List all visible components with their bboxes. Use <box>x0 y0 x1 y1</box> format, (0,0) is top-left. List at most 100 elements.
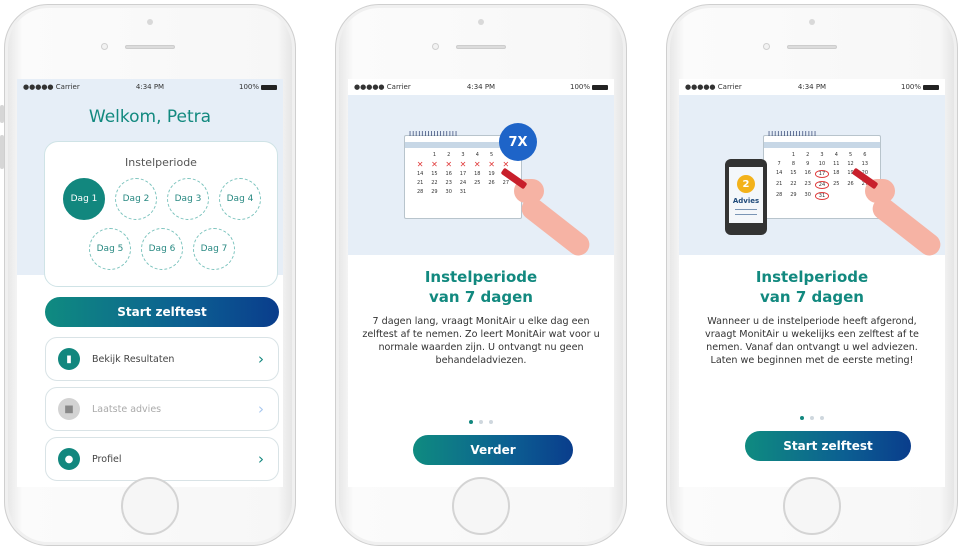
menu-label: Bekijk Resultaten <box>92 353 175 365</box>
menu-item-profiel[interactable]: ● Profiel › <box>45 437 279 481</box>
calendar-date: 31 <box>814 192 830 200</box>
day-5[interactable]: Dag 5 <box>89 228 131 270</box>
menu-label: Laatste advies <box>92 403 162 415</box>
calendar-date <box>413 152 427 158</box>
home-button[interactable] <box>121 477 179 535</box>
calendar-date: 4 <box>834 152 838 158</box>
day-6[interactable]: Dag 6 <box>141 228 183 270</box>
calendar-date: 24 <box>459 180 467 186</box>
phone-frame-2: ●●●●● Carrier 4:34 PM 100% IIIIIIIIIIIII… <box>335 4 627 546</box>
calendar-date: 5 <box>848 152 853 158</box>
day-4[interactable]: Dag 4 <box>219 178 261 220</box>
onboarding-title: Instelperiode van 7 dagen <box>679 267 945 307</box>
title-line-1: Instelperiode <box>424 268 538 286</box>
home-button[interactable] <box>452 477 510 535</box>
welcome-title: Welkom, Petra <box>88 107 212 127</box>
status-bar: ●●●●● Carrier 4:34 PM 100% <box>348 79 614 95</box>
title-line-2: van 7 dagen <box>429 288 533 306</box>
chevron-right-icon: › <box>258 400 264 418</box>
advies-badge: 2 <box>737 175 755 193</box>
onboarding-title: Instelperiode van 7 dagen <box>348 267 614 307</box>
calendar-illustration: IIIIIIIIIIIIIIII 123456✕✕✕✕✕✕✕1415161718… <box>348 95 614 260</box>
screen-onboarding-1: ●●●●● Carrier 4:34 PM 100% IIIIIIIIIIIII… <box>348 79 614 487</box>
speaker-grille <box>456 45 506 49</box>
calendar-date: 3 <box>461 152 465 158</box>
title-line-1: Instelperiode <box>755 268 869 286</box>
menu-label: Profiel <box>92 453 122 465</box>
day-2[interactable]: Dag 2 <box>115 178 157 220</box>
chevron-right-icon: › <box>258 350 264 368</box>
calendar-date: 16 <box>445 171 452 177</box>
screen-onboarding-2: ●●●●● Carrier 4:34 PM 100% IIIIIIIIIIIII… <box>679 79 945 487</box>
carrier-label: ●●●●● Carrier <box>23 83 80 91</box>
onboarding-body: Wanneer u de instelperiode heeft afgeron… <box>705 316 919 366</box>
day-1[interactable]: Dag 1 <box>63 178 105 220</box>
clock: 4:34 PM <box>466 83 496 91</box>
start-zelftest-button[interactable]: Start zelftest <box>45 297 279 327</box>
carrier-label: ●●●●● Carrier <box>685 83 742 91</box>
calendar-date: 23 <box>804 181 811 187</box>
calendar-date: 29 <box>431 189 438 195</box>
menu-item-resultaten[interactable]: ▮ Bekijk Resultaten › <box>45 337 279 381</box>
calendar-date: 23 <box>445 180 452 186</box>
calendar-date: 15 <box>431 171 438 177</box>
calendar-date: 25 <box>833 181 840 187</box>
calendar-date: ✕ <box>445 160 453 169</box>
calendar-date: ✕ <box>416 160 424 169</box>
calendar-date: 7 <box>777 161 781 167</box>
verder-button[interactable]: Verder <box>413 435 573 465</box>
calendar-date: 28 <box>775 192 783 198</box>
instelperiode-card: Instelperiode Dag 1 Dag 2 Dag 3 Dag 4 Da… <box>44 141 278 287</box>
title-line-2: van 7 dagen <box>760 288 864 306</box>
calendar-date <box>499 189 513 195</box>
calendar-date: 8 <box>791 161 796 167</box>
calendar-date: 17 <box>459 171 467 177</box>
battery-label: 100% <box>901 83 922 91</box>
calendar-date: 15 <box>790 170 797 176</box>
calendar-date: ✕ <box>488 160 495 169</box>
onboarding-body: 7 dagen lang, vraagt MonitAir u elke dag… <box>362 316 600 366</box>
calendar-date: 28 <box>416 189 424 195</box>
calendar-date: ✕ <box>502 160 510 169</box>
calendar-date: 5 <box>489 152 494 158</box>
battery-label: 100% <box>239 83 260 91</box>
calendar-date: 29 <box>790 192 797 198</box>
calendar-date: 22 <box>431 180 438 186</box>
battery-icon <box>923 84 940 90</box>
day-7[interactable]: Dag 7 <box>193 228 235 270</box>
calendar-date: 26 <box>488 180 495 186</box>
screen-home: ●●●●● Carrier 4:34 PM 100% Welkom, Petra… <box>17 79 283 487</box>
phone-advies-icon: 2 Advies <box>725 159 767 235</box>
phone-frame-1: ●●●●● Carrier 4:34 PM 100% Welkom, Petra… <box>0 4 296 546</box>
calendar-date: 26 <box>847 181 854 187</box>
calendar-date: 4 <box>475 152 479 158</box>
advies-label: Advies <box>732 197 760 205</box>
chevron-right-icon: › <box>258 450 264 468</box>
calendar-date: 21 <box>775 181 783 187</box>
calendar-illustration: IIIIIIIIIIIIIIII 1 2 3 4 5 6 7 8 9 10 11 12 13 14 15 16… <box>679 95 945 260</box>
page-indicator <box>348 409 614 428</box>
calendar-date: 31 <box>459 189 467 195</box>
clock: 4:34 PM <box>135 83 165 91</box>
carrier-label: ●●●●● Carrier <box>354 83 411 91</box>
battery-icon <box>592 84 609 90</box>
user-icon: ● <box>58 448 80 470</box>
menu-item-laatste-advies[interactable]: ■ Laatste advies › <box>45 387 279 431</box>
battery-icon <box>261 84 278 90</box>
calendar-date: 14 <box>416 171 424 177</box>
calendar-date: 2 <box>806 152 810 158</box>
calendar-date: 18 <box>474 171 481 177</box>
calendar-date: 25 <box>474 180 481 186</box>
calendar-date: 16 <box>804 170 811 176</box>
calendar-date: ✕ <box>473 160 481 169</box>
calendar-date: 12 <box>847 161 854 167</box>
speaker-grille <box>787 45 837 49</box>
calendar-date: 1 <box>432 152 437 158</box>
calendar-date: 17 <box>814 170 830 178</box>
start-zelftest-button[interactable]: Start zelftest <box>745 431 911 461</box>
home-button[interactable] <box>783 477 841 535</box>
calendar-date: 14 <box>775 170 783 176</box>
count-badge: 7X <box>499 123 537 161</box>
day-3[interactable]: Dag 3 <box>167 178 209 220</box>
phone-frame-3: ●●●●● Carrier 4:34 PM 100% IIIIIIIIIIIII… <box>666 4 958 546</box>
